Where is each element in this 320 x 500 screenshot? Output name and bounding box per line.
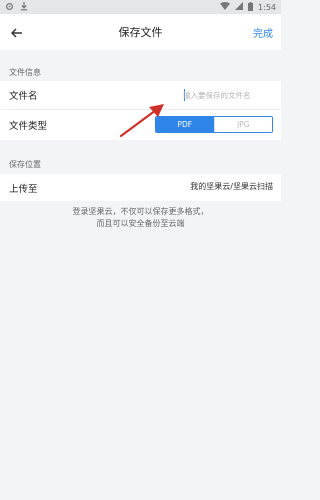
section-label-file-info: 文件信息 bbox=[9, 68, 41, 77]
login-hint-line-1: 登录坚果云，不仅可以保存更多格式， bbox=[72, 207, 209, 216]
upload-destination[interactable]: 我的坚果云/坚果云扫描 bbox=[190, 181, 273, 192]
section-label-save-location: 保存位置 bbox=[9, 160, 41, 169]
status-time: 1:54 bbox=[258, 2, 276, 12]
gear-icon bbox=[5, 2, 14, 13]
login-hint-line-2: 而且可以安全备份至云端 bbox=[96, 219, 185, 228]
upload-label: 上传至 bbox=[9, 183, 38, 195]
wifi-icon bbox=[220, 2, 231, 12]
status-right: 1:54 bbox=[220, 1, 276, 13]
annotation-arrow-icon bbox=[119, 104, 164, 138]
login-hint: 登录坚果云，不仅可以保存更多格式， 而且可以安全备份至云端 bbox=[0, 206, 281, 230]
download-icon bbox=[20, 1, 28, 13]
signal-icon bbox=[235, 2, 244, 12]
done-button[interactable]: 完成 bbox=[253, 25, 273, 40]
page-title: 保存文件 bbox=[118, 26, 163, 39]
file-type-selector: PDF JPG bbox=[155, 116, 273, 133]
file-name-label: 文件名 bbox=[9, 91, 38, 102]
back-button[interactable] bbox=[8, 23, 26, 41]
nav-bar: 保存文件 完成 bbox=[0, 14, 281, 50]
file-type-option-jpg[interactable]: JPG bbox=[213, 117, 272, 132]
back-arrow-icon bbox=[11, 23, 23, 42]
file-name-input[interactable] bbox=[183, 88, 273, 102]
status-bar: 1:54 bbox=[0, 0, 281, 14]
upload-location-row[interactable]: 上传至 我的坚果云/坚果云扫描 bbox=[0, 174, 281, 201]
file-type-label: 文件类型 bbox=[9, 121, 48, 132]
battery-icon bbox=[248, 1, 254, 13]
status-left bbox=[5, 1, 28, 13]
